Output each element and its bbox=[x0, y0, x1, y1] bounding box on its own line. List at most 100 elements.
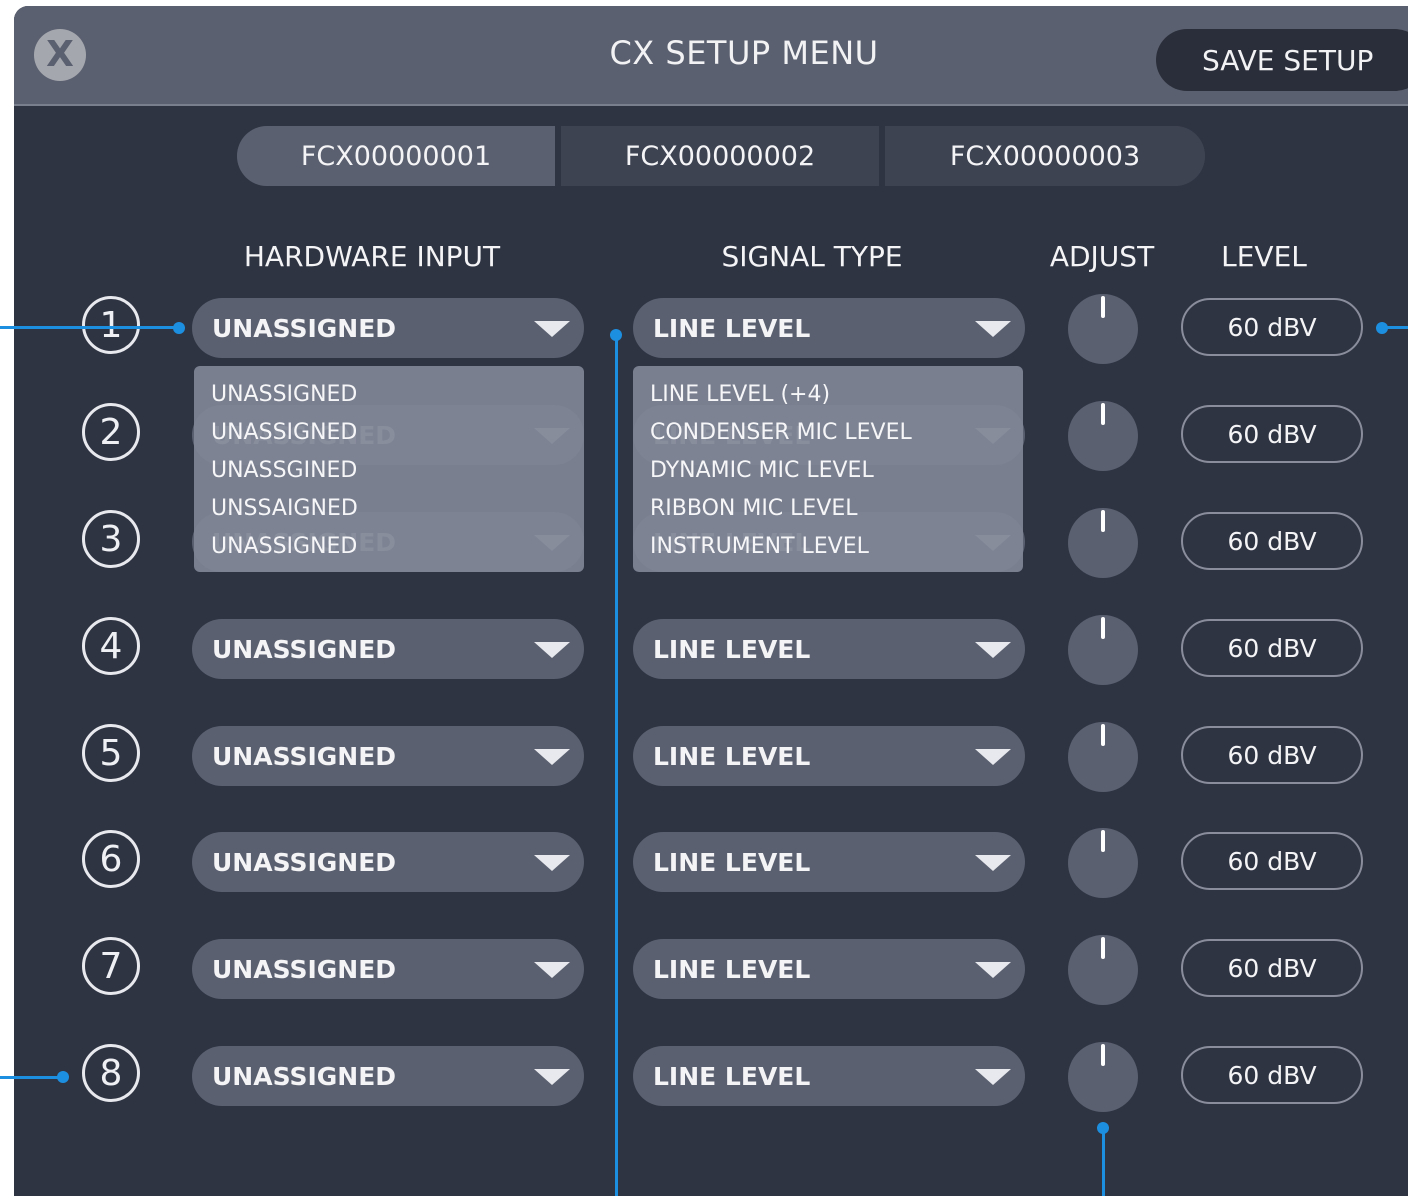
callout-line bbox=[1102, 1128, 1105, 1196]
callout-line bbox=[0, 326, 178, 329]
adjust-knob[interactable] bbox=[1068, 294, 1138, 364]
adjust-knob[interactable] bbox=[1068, 615, 1138, 685]
level-display[interactable]: 60 dBV bbox=[1181, 726, 1363, 784]
channel-row: 1 UNASSIGNED LINE LEVEL 60 dBV bbox=[14, 294, 1408, 364]
level-display[interactable]: 60 dBV bbox=[1181, 298, 1363, 356]
callout-line bbox=[0, 1076, 62, 1079]
hardware-input-select[interactable]: UNASSIGNED bbox=[192, 939, 584, 999]
knob-indicator bbox=[1101, 296, 1105, 318]
signal-type-select[interactable]: LINE LEVEL bbox=[633, 726, 1025, 786]
channel-number: 2 bbox=[82, 403, 140, 461]
hardware-input-option[interactable]: UNASSIGNED bbox=[194, 532, 584, 570]
level-display[interactable]: 60 dBV bbox=[1181, 939, 1363, 997]
signal-type-select[interactable]: LINE LEVEL bbox=[633, 1046, 1025, 1106]
column-header-hardware-input: HARDWARE INPUT bbox=[243, 240, 501, 273]
hardware-input-select[interactable]: UNASSIGNED bbox=[192, 1046, 584, 1106]
channel-number: 7 bbox=[82, 937, 140, 995]
callout-line bbox=[615, 334, 618, 1196]
knob-indicator bbox=[1101, 617, 1105, 639]
hardware-input-select[interactable]: UNASSIGNED bbox=[192, 298, 584, 358]
channel-number: 5 bbox=[82, 724, 140, 782]
level-display[interactable]: 60 dBV bbox=[1181, 512, 1363, 570]
level-display[interactable]: 60 dBV bbox=[1181, 619, 1363, 677]
adjust-knob[interactable] bbox=[1068, 1042, 1138, 1112]
hardware-input-value: UNASSIGNED bbox=[212, 954, 397, 984]
signal-type-select[interactable]: LINE LEVEL bbox=[633, 832, 1025, 892]
signal-type-value: LINE LEVEL bbox=[653, 741, 811, 771]
callout-dot bbox=[173, 322, 185, 334]
hardware-input-dropdown-menu: UNASSIGNED UNASSIGNED UNASSGINED UNSSAIG… bbox=[194, 366, 584, 572]
hardware-input-value: UNASSIGNED bbox=[212, 741, 397, 771]
triangle-down-icon bbox=[534, 749, 570, 765]
level-display[interactable]: 60 dBV bbox=[1181, 1046, 1363, 1104]
callout-dot bbox=[610, 329, 622, 341]
callout-dot bbox=[1097, 1122, 1109, 1134]
callout-dot bbox=[1376, 322, 1388, 334]
level-display[interactable]: 60 dBV bbox=[1181, 832, 1363, 890]
channel-row: 4 UNASSIGNED LINE LEVEL 60 dBV bbox=[14, 615, 1408, 685]
signal-type-value: LINE LEVEL bbox=[653, 847, 811, 877]
hardware-input-option[interactable]: UNASSIGNED bbox=[194, 418, 584, 456]
channel-row: 6 UNASSIGNED LINE LEVEL 60 dBV bbox=[14, 828, 1408, 898]
signal-type-option[interactable]: INSTRUMENT LEVEL bbox=[633, 532, 1023, 570]
save-setup-button[interactable]: SAVE SETUP bbox=[1156, 29, 1408, 91]
signal-type-option[interactable]: LINE LEVEL (+4) bbox=[633, 380, 1023, 418]
tab-device-1[interactable]: FCX00000001 bbox=[237, 126, 555, 186]
triangle-down-icon bbox=[975, 962, 1011, 978]
triangle-down-icon bbox=[975, 1069, 1011, 1085]
hardware-input-option[interactable]: UNASSIGNED bbox=[194, 380, 584, 418]
channel-number: 6 bbox=[82, 830, 140, 888]
knob-indicator bbox=[1101, 830, 1105, 852]
tab-device-2[interactable]: FCX00000002 bbox=[561, 126, 879, 186]
channel-number: 8 bbox=[82, 1044, 140, 1102]
triangle-down-icon bbox=[534, 855, 570, 871]
adjust-knob[interactable] bbox=[1068, 828, 1138, 898]
adjust-knob[interactable] bbox=[1068, 722, 1138, 792]
channel-row: 8 UNASSIGNED LINE LEVEL 60 dBV bbox=[14, 1042, 1408, 1112]
signal-type-dropdown-menu: LINE LEVEL (+4) CONDENSER MIC LEVEL DYNA… bbox=[633, 366, 1023, 572]
signal-type-option[interactable]: RIBBON MIC LEVEL bbox=[633, 494, 1023, 532]
callout-dot bbox=[57, 1071, 69, 1083]
channel-row: 5 UNASSIGNED LINE LEVEL 60 dBV bbox=[14, 722, 1408, 792]
hardware-input-select[interactable]: UNASSIGNED bbox=[192, 832, 584, 892]
signal-type-select[interactable]: LINE LEVEL bbox=[633, 619, 1025, 679]
knob-indicator bbox=[1101, 510, 1105, 532]
triangle-down-icon bbox=[534, 642, 570, 658]
triangle-down-icon bbox=[975, 749, 1011, 765]
level-display[interactable]: 60 dBV bbox=[1181, 405, 1363, 463]
hardware-input-value: UNASSIGNED bbox=[212, 1061, 397, 1091]
triangle-down-icon bbox=[534, 1069, 570, 1085]
hardware-input-select[interactable]: UNASSIGNED bbox=[192, 726, 584, 786]
hardware-input-value: UNASSIGNED bbox=[212, 313, 397, 343]
channel-number: 3 bbox=[82, 510, 140, 568]
signal-type-select[interactable]: LINE LEVEL bbox=[633, 298, 1025, 358]
column-header-signal-type: SIGNAL TYPE bbox=[721, 240, 903, 273]
signal-type-option[interactable]: CONDENSER MIC LEVEL bbox=[633, 418, 1023, 456]
triangle-down-icon bbox=[975, 321, 1011, 337]
signal-type-option[interactable]: DYNAMIC MIC LEVEL bbox=[633, 456, 1023, 494]
knob-indicator bbox=[1101, 1044, 1105, 1066]
signal-type-select[interactable]: LINE LEVEL bbox=[633, 939, 1025, 999]
tab-device-3[interactable]: FCX00000003 bbox=[885, 126, 1205, 186]
signal-type-value: LINE LEVEL bbox=[653, 634, 811, 664]
triangle-down-icon bbox=[975, 855, 1011, 871]
channel-number: 4 bbox=[82, 617, 140, 675]
hardware-input-option[interactable]: UNSSAIGNED bbox=[194, 494, 584, 532]
setup-panel: X CX SETUP MENU SAVE SETUP FCX00000001 F… bbox=[14, 6, 1408, 1196]
triangle-down-icon bbox=[975, 642, 1011, 658]
column-header-adjust: ADJUST bbox=[1049, 240, 1155, 273]
device-tabs: FCX00000001 FCX00000002 FCX00000003 bbox=[237, 126, 1205, 186]
adjust-knob[interactable] bbox=[1068, 508, 1138, 578]
adjust-knob[interactable] bbox=[1068, 401, 1138, 471]
signal-type-value: LINE LEVEL bbox=[653, 1061, 811, 1091]
adjust-knob[interactable] bbox=[1068, 935, 1138, 1005]
knob-indicator bbox=[1101, 724, 1105, 746]
hardware-input-value: UNASSIGNED bbox=[212, 847, 397, 877]
hardware-input-option[interactable]: UNASSGINED bbox=[194, 456, 584, 494]
signal-type-value: LINE LEVEL bbox=[653, 313, 811, 343]
triangle-down-icon bbox=[534, 962, 570, 978]
channel-row: 7 UNASSIGNED LINE LEVEL 60 dBV bbox=[14, 935, 1408, 1005]
hardware-input-select[interactable]: UNASSIGNED bbox=[192, 619, 584, 679]
column-header-level: LEVEL bbox=[1221, 240, 1307, 273]
knob-indicator bbox=[1101, 937, 1105, 959]
